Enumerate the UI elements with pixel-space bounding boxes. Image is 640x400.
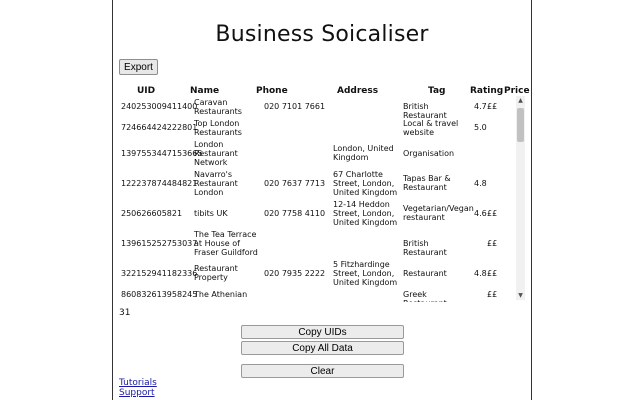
results-table[interactable]: 240253009411400 Caravan Restaurants 020 … [119,96,514,302]
name-cell: Caravan Restaurants [194,98,242,116]
uid-cell: 1397553447153665 [121,149,203,158]
address-cell: 12-14 Heddon Street, London, United King… [333,200,398,227]
rating-cell: 4.8 [474,179,487,188]
header-tag: Tag [428,86,446,96]
scroll-up-icon[interactable]: ▲ [516,96,525,105]
uid-cell: 860832613958245 [121,290,198,299]
header-uid: UID [137,86,156,96]
price-cell: ££ [487,239,498,248]
phone-cell: 020 7758 4110 [264,209,326,218]
scroll-down-icon[interactable]: ▼ [516,291,525,300]
result-count: 31 [119,308,131,318]
tag-cell: Restaurant [403,269,447,278]
tag-cell: Local & travel website [403,119,459,137]
clear-button[interactable]: Clear [241,364,404,378]
tag-cell: Tapas Bar & Restaurant [403,174,451,192]
address-cell: London, United Kingdom [333,144,394,162]
header-price: Price [504,86,530,96]
name-cell: London Restaurant Network [194,140,238,167]
tag-cell: British Restaurant [403,102,447,120]
table-scrollbar[interactable]: ▲ ▼ [516,96,525,300]
price-cell: ££ [487,290,498,299]
copy-all-data-button[interactable]: Copy All Data [241,341,404,355]
right-border [531,0,532,400]
tag-cell: British Restaurant [403,239,447,257]
phone-cell: 020 7935 2222 [264,269,326,278]
uid-cell: 240253009411400 [121,102,198,111]
header-name: Name [190,86,220,96]
page-title: Business Soicaliser [215,22,429,47]
uid-cell: 122237874484821 [121,179,198,188]
name-cell: tibits UK [194,209,228,218]
rating-cell: 4.6 [474,209,487,218]
price-cell: ££ [487,102,498,111]
header-phone: Phone [256,86,288,96]
rating-cell: 4.7 [474,102,487,111]
phone-cell: 020 7637 7713 [264,179,326,188]
name-cell: Top London Restaurants [194,119,242,137]
tutorials-link[interactable]: Tutorials [119,378,157,388]
header-address: Address [337,86,379,96]
address-cell: 67 Charlotte Street, London, United King… [333,170,398,197]
price-cell: ££ [487,269,498,278]
tag-cell: Organisation [403,149,455,158]
uid-cell: 724664424222801 [121,123,198,132]
name-cell: Navarro's Restaurant London [194,170,238,197]
name-cell: Restaurant Property [194,264,238,282]
uid-cell: 139615252753037 [121,239,198,248]
copy-uids-button[interactable]: Copy UIDs [241,325,404,339]
uid-cell: 250626605821 [121,209,183,218]
name-cell: The Tea Terrace at House of Fraser Guild… [194,230,258,257]
uid-cell: 322152941182336 [121,269,198,278]
header-rating: Rating [470,86,504,96]
phone-cell: 020 7101 7661 [264,102,326,111]
support-link[interactable]: Support [119,388,155,398]
tag-cell: Vegetarian/Vegan restaurant [403,204,474,222]
address-cell: 5 Fitzhardinge Street, London, United Ki… [333,260,398,287]
name-cell: The Athenian [194,290,248,299]
tag-cell: Greek Restaurant [403,290,447,302]
rating-cell: 4.8 [474,269,487,278]
export-button[interactable]: Export [119,59,158,75]
price-cell: ££ [487,209,498,218]
rating-cell: 5.0 [474,123,487,132]
left-border [112,0,113,400]
scrollbar-thumb[interactable] [517,108,524,142]
